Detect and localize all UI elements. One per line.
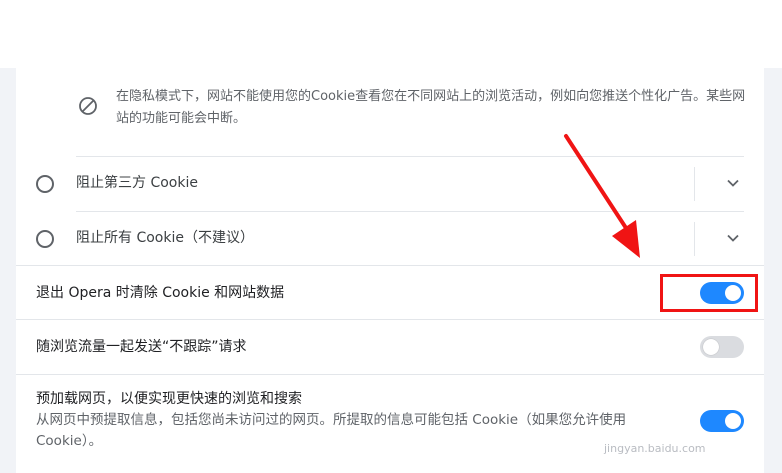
page-gutter-right	[764, 68, 782, 473]
toggle-knob	[725, 413, 741, 429]
radio-label: 阻止第三方 Cookie	[76, 175, 198, 191]
toggle-knob	[703, 339, 719, 355]
top-blank-area	[0, 0, 782, 68]
setting-label: 退出 Opera 时清除 Cookie 和网站数据	[36, 285, 285, 301]
privacy-note-text: 在隐私模式下，网站不能使用您的Cookie查看您在不同网站上的浏览活动，例如向您…	[116, 89, 746, 126]
vertical-separator	[694, 222, 695, 256]
setting-label: 随浏览流量一起发送“不跟踪”请求	[36, 339, 247, 355]
radio-label: 阻止所有 Cookie（不建议）	[76, 230, 254, 246]
vertical-separator	[694, 167, 695, 201]
annotation-highlight-box	[660, 274, 758, 312]
setting-do-not-track: 随浏览流量一起发送“不跟踪”请求	[16, 320, 764, 374]
preload-toggle[interactable]	[700, 410, 744, 432]
chevron-down-icon[interactable]	[726, 231, 740, 245]
chevron-down-icon[interactable]	[726, 176, 740, 190]
radio-block-all[interactable]: 阻止所有 Cookie（不建议）	[16, 212, 764, 266]
settings-panel: 在隐私模式下，网站不能使用您的Cookie查看您在不同网站上的浏览活动，例如向您…	[16, 68, 764, 473]
page-gutter-left	[0, 68, 16, 473]
do-not-track-toggle[interactable]	[700, 336, 744, 358]
setting-preload: 预加载网页，以便实现更快速的浏览和搜索 从网页中预提取信息，包括您尚未访问过的网…	[16, 375, 764, 473]
block-icon	[79, 97, 97, 115]
radio-button[interactable]	[36, 230, 54, 248]
privacy-note: 在隐私模式下，网站不能使用您的Cookie查看您在不同网站上的浏览活动，例如向您…	[16, 68, 764, 156]
watermark-text: jingyan.baidu.com	[604, 442, 706, 455]
setting-label: 预加载网页，以便实现更快速的浏览和搜索	[36, 391, 302, 407]
radio-button[interactable]	[36, 175, 54, 193]
radio-block-third-party[interactable]: 阻止第三方 Cookie	[16, 157, 764, 211]
setting-description: 从网页中预提取信息，包括您尚未访问过的网页。所提取的信息可能包括 Cookie（…	[36, 412, 627, 449]
setting-clear-on-exit: 退出 Opera 时清除 Cookie 和网站数据	[16, 266, 764, 320]
